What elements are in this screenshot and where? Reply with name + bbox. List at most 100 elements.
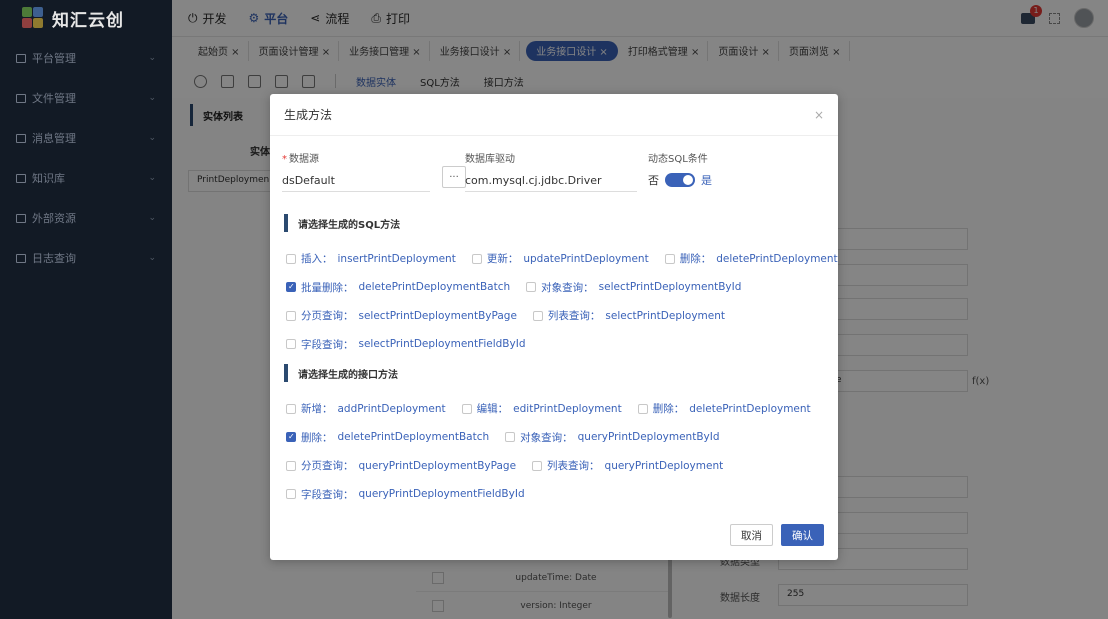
method-label: 编辑： (476, 403, 509, 415)
method-label: 列表查询： (547, 460, 600, 472)
method-name: updatePrintDeployment (523, 252, 649, 265)
menu-icon (16, 133, 26, 143)
sidebar-item-label: 消息管理 (32, 132, 76, 145)
sidebar-item[interactable]: 文件管理 ⌄ (0, 78, 172, 118)
method-checkbox[interactable]: 更新： updatePrintDeployment (471, 251, 649, 266)
method-checkbox[interactable]: 对象查询： queryPrintDeploymentById (505, 430, 720, 445)
checkbox-icon[interactable] (637, 403, 648, 414)
checkbox-icon[interactable] (286, 339, 296, 349)
option-row: 分页查询： queryPrintDeploymentByPage 列表查询： quer… (286, 458, 723, 473)
method-label: 列表查询： (547, 310, 601, 322)
datasource-row: * 数据源 dsDefault ··· 数据库驱动 com.mysql.cj.jd… (282, 150, 826, 192)
option-row: 新增： addPrintDeployment 编辑： editPrintDeploym… (286, 401, 811, 416)
sidebar-item-label: 平台管理 (32, 52, 76, 65)
sidebar-item[interactable]: 日志查询 ⌄ (0, 238, 172, 278)
method-checkbox[interactable]: 批量删除： deletePrintDeploymentBatch (286, 280, 510, 295)
method-name: editPrintDeployment (513, 402, 622, 415)
sql-section-title: 请选择生成的SQL方法 (284, 214, 400, 232)
method-checkbox[interactable]: 对象查询： selectPrintDeploymentById (526, 280, 741, 295)
method-label: 删除： (301, 431, 333, 444)
method-name: queryPrintDeployment (604, 459, 724, 472)
method-label: 分页查询： (301, 310, 354, 322)
menu-icon (16, 213, 26, 223)
sidebar-item-label: 知识库 (32, 172, 65, 185)
method-checkbox[interactable]: 插入： insertPrintDeployment (286, 251, 456, 266)
option-row: 字段查询： selectPrintDeploymentFieldById (286, 337, 526, 352)
checkbox-icon[interactable] (532, 310, 543, 321)
app-logo[interactable]: 知汇云创 (0, 0, 172, 36)
datasource-input[interactable]: dsDefault (282, 170, 430, 192)
method-label: 新增： (301, 403, 333, 415)
cancel-button[interactable]: 取消 (730, 524, 773, 546)
option-row: 删除： deletePrintDeploymentBatch 对象查询： queryP… (286, 430, 720, 445)
method-name: deletePrintDeployment (689, 402, 811, 415)
method-name: selectPrintDeploymentByPage (358, 309, 517, 322)
checkbox-icon[interactable] (471, 253, 482, 264)
datasource-picker-button[interactable]: ··· (442, 166, 466, 188)
method-checkbox[interactable]: 新增： addPrintDeployment (286, 401, 446, 416)
method-checkbox[interactable]: 编辑： editPrintDeployment (461, 401, 622, 416)
method-label: 对象查询： (541, 281, 594, 294)
dialog-title: 生成方法 (284, 108, 333, 122)
menu-icon (16, 93, 26, 103)
checkbox-icon[interactable] (286, 403, 296, 414)
logo-icon (22, 7, 44, 29)
driver-field-group: 数据库驱动 com.mysql.cj.jdbc.Driver (465, 150, 637, 192)
checkbox-icon[interactable] (526, 282, 537, 292)
method-label: 分页查询： (301, 460, 354, 472)
method-checkbox[interactable]: 分页查询： selectPrintDeploymentByPage (286, 308, 517, 323)
checkbox-icon[interactable] (664, 253, 675, 264)
confirm-button[interactable]: 确认 (781, 524, 824, 546)
sidebar-item-label: 文件管理 (32, 92, 76, 105)
method-name: deletePrintDeploymentBatch (358, 281, 511, 293)
sidebar-item[interactable]: 消息管理 ⌄ (0, 118, 172, 158)
method-name: selectPrintDeploymentFieldById (358, 338, 526, 350)
checkbox-icon[interactable] (286, 282, 296, 292)
method-name: insertPrintDeployment (337, 252, 456, 265)
dialog-footer: 取消 确认 (730, 524, 824, 546)
option-row: 批量删除： deletePrintDeploymentBatch 对象查询： sele… (286, 280, 741, 295)
method-checkbox[interactable]: 删除： deletePrintDeploymentBatch (286, 430, 489, 445)
app-name: 知汇云创 (52, 10, 124, 31)
checkbox-icon[interactable] (286, 460, 296, 471)
method-checkbox[interactable]: 删除： deletePrintDeployment (664, 251, 838, 266)
method-checkbox[interactable]: 列表查询： selectPrintDeployment (532, 308, 725, 323)
checkbox-icon[interactable] (286, 253, 296, 264)
method-name: addPrintDeployment (337, 402, 446, 415)
sidebar-menu: 平台管理 ⌄ 文件管理 ⌄ 消息管理 ⌄ 知识库 ⌄ 外部资源 ⌄ 日志查询 ⌄ (0, 38, 172, 278)
checkbox-icon[interactable] (461, 403, 472, 414)
method-name: queryPrintDeploymentFieldById (358, 488, 525, 500)
method-name: deletePrintDeploymentBatch (337, 431, 490, 443)
checkbox-icon[interactable] (505, 432, 516, 442)
checkbox-icon[interactable] (532, 460, 543, 471)
datasource-field-group: * 数据源 dsDefault (282, 150, 430, 192)
method-name: queryPrintDeploymentById (577, 431, 720, 443)
sidebar-item[interactable]: 平台管理 ⌄ (0, 38, 172, 78)
generate-methods-dialog: 生成方法 × * 数据源 dsDefault ··· 数据库驱动 com.mysq… (270, 94, 838, 560)
chevron-down-icon: ⌄ (148, 93, 156, 103)
method-label: 字段查询： (301, 488, 354, 501)
menu-icon (16, 173, 26, 183)
dynamic-sql-toggle[interactable] (665, 173, 695, 187)
method-label: 插入： (301, 253, 333, 265)
driver-input[interactable]: com.mysql.cj.jdbc.Driver (465, 170, 637, 192)
method-name: queryPrintDeploymentByPage (358, 459, 517, 472)
switch-off-label: 否 (648, 174, 659, 187)
method-checkbox[interactable]: 删除： deletePrintDeployment (637, 401, 811, 416)
checkbox-icon[interactable] (286, 310, 296, 321)
method-checkbox[interactable]: 字段查询： queryPrintDeploymentFieldById (286, 487, 525, 502)
checkbox-icon[interactable] (286, 489, 296, 499)
datasource-label: * 数据源 (282, 154, 319, 165)
checkbox-icon[interactable] (286, 432, 296, 442)
sidebar-item[interactable]: 外部资源 ⌄ (0, 198, 172, 238)
method-checkbox[interactable]: 分页查询： queryPrintDeploymentByPage (286, 458, 516, 473)
method-label: 字段查询： (301, 338, 354, 351)
method-checkbox[interactable]: 字段查询： selectPrintDeploymentFieldById (286, 337, 526, 352)
switch-on-label: 是 (701, 174, 712, 187)
method-checkbox[interactable]: 列表查询： queryPrintDeployment (532, 458, 723, 473)
sidebar-item[interactable]: 知识库 ⌄ (0, 158, 172, 198)
close-icon[interactable]: × (814, 108, 824, 122)
option-row: 分页查询： selectPrintDeploymentByPage 列表查询： sel… (286, 308, 725, 323)
sidebar: 知汇云创 平台管理 ⌄ 文件管理 ⌄ 消息管理 ⌄ 知识库 ⌄ 外部资源 ⌄ 日志查询 ⌄ (0, 0, 172, 619)
dynamic-sql-switch-row: 否 是 (648, 172, 768, 188)
